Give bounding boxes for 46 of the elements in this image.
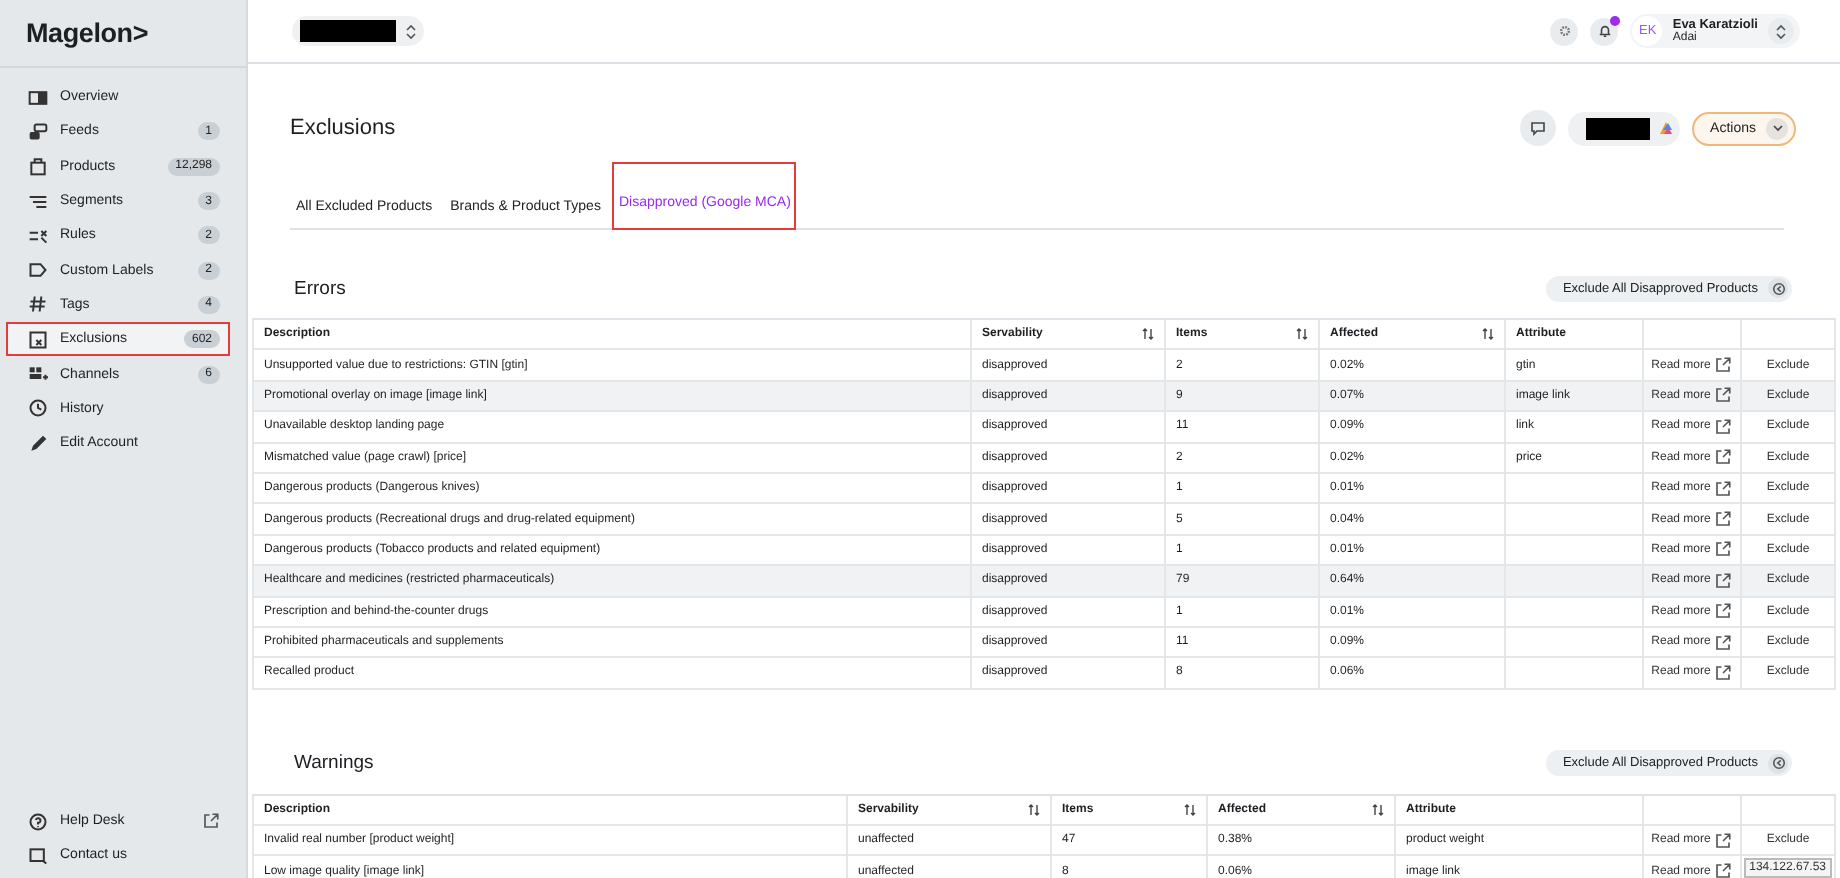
speech-bubble-icon: [1530, 120, 1547, 136]
external-link-icon: [1714, 633, 1733, 652]
external-link-icon: [1714, 386, 1733, 405]
redaction-bar: [300, 20, 396, 42]
redaction-bar: [1586, 117, 1651, 139]
feeds-icon: [28, 121, 48, 142]
settings-button[interactable]: [1550, 17, 1579, 45]
external-link-icon: [1714, 356, 1733, 375]
account-selector[interactable]: [292, 16, 424, 46]
external-link-icon: [1714, 479, 1733, 498]
notifications-button[interactable]: [1590, 17, 1619, 45]
exclude-icon: [1771, 756, 1785, 771]
channels-icon: [28, 364, 48, 385]
bell-icon: [1597, 24, 1612, 38]
tag-icon: [28, 260, 48, 281]
external-link-icon: [1714, 571, 1733, 590]
rules-icon: [28, 225, 48, 246]
external-link-icon: [1714, 602, 1733, 621]
external-link-icon: [1714, 663, 1733, 682]
external-link-icon: [1714, 540, 1733, 559]
segments-icon: [28, 191, 48, 212]
external-link-icon: [1714, 510, 1733, 529]
settings-icon: [1557, 24, 1572, 38]
contact-icon: [28, 845, 48, 865]
history-icon: [28, 398, 48, 419]
exclusion-icon: [28, 329, 48, 350]
external-link-icon: [202, 812, 220, 830]
external-link-icon: [1714, 417, 1733, 436]
page-title: Exclusions: [290, 116, 398, 140]
chevron-down-icon: [1771, 124, 1783, 132]
external-link-icon: [1714, 831, 1733, 850]
bag-icon: [28, 156, 48, 177]
hash-icon: [28, 294, 48, 315]
section-title: Errors: [294, 277, 346, 299]
chevron-updown-icon: [1774, 23, 1788, 39]
help-icon: [28, 811, 48, 831]
section-title: Warnings: [294, 752, 374, 775]
brand-logo: Magelon>: [24, 16, 151, 52]
pencil-icon: [28, 433, 48, 454]
overview-icon: [28, 87, 48, 108]
external-link-icon: [1714, 448, 1733, 467]
comment-button[interactable]: [1520, 110, 1557, 146]
external-link-icon: [1714, 862, 1733, 878]
exclude-icon: [1771, 281, 1785, 295]
chevron-updown-icon: [404, 23, 418, 39]
feed-selector[interactable]: [1568, 111, 1681, 145]
